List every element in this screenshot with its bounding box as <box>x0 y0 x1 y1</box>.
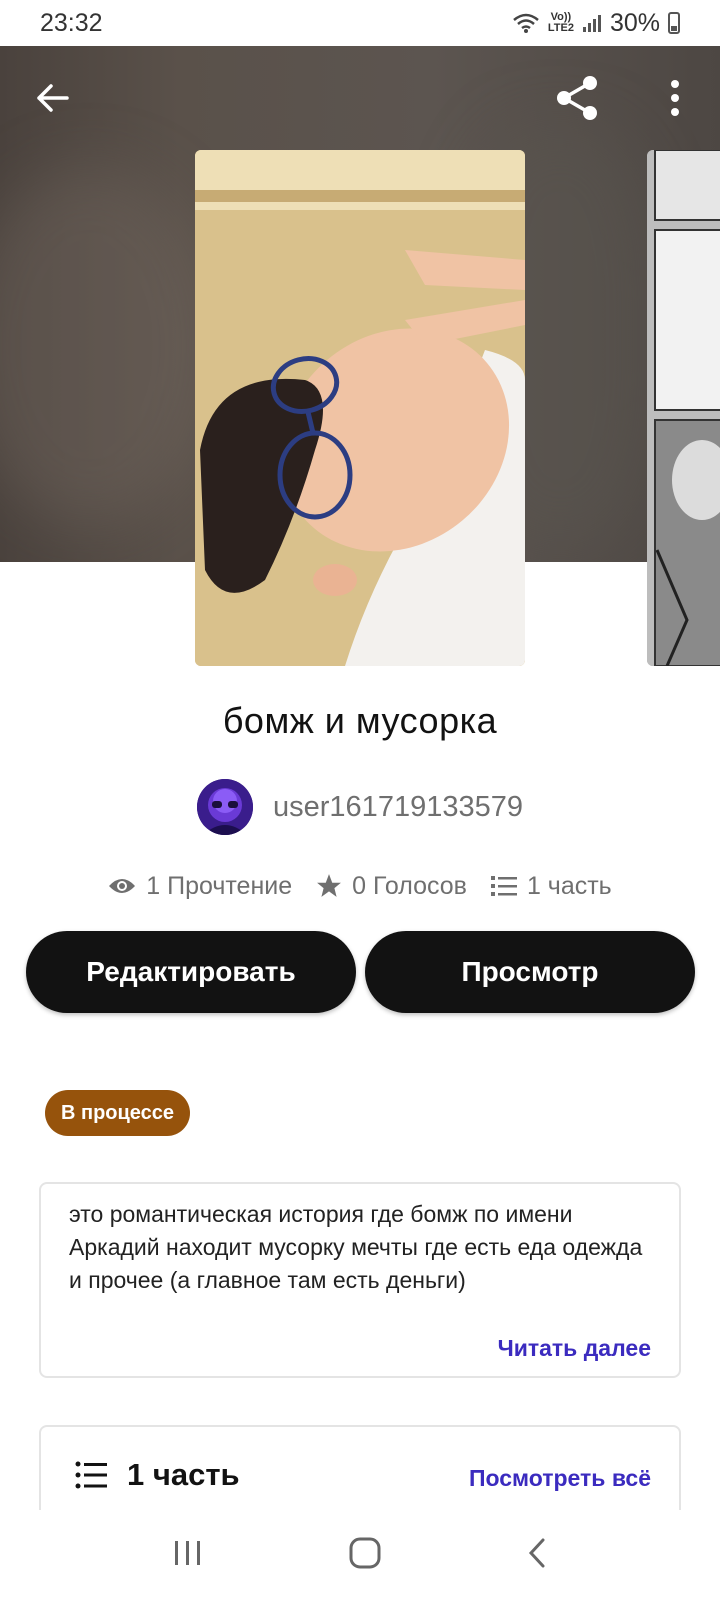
next-story-cover[interactable] <box>647 150 720 666</box>
more-vertical-icon <box>671 80 679 116</box>
parts-count-stat: 1 часть <box>526 871 612 900</box>
comic-cover-image <box>647 150 720 666</box>
nav-back-button[interactable] <box>527 1537 547 1574</box>
edit-button[interactable]: Редактировать <box>26 931 356 1013</box>
system-nav-bar <box>0 1510 720 1600</box>
parts-count: 1 часть <box>127 1457 240 1492</box>
votes-count: 0 Голосов <box>352 871 467 900</box>
wifi-icon <box>513 13 539 33</box>
description-card: это романтическая история где бомж по им… <box>39 1182 681 1378</box>
chevron-left-icon <box>528 1538 545 1567</box>
reads-count: 1 Прочтение <box>146 871 293 900</box>
arrow-left-icon <box>37 84 69 112</box>
author-row[interactable]: user161719133579 <box>0 778 720 836</box>
list-icon <box>490 876 517 896</box>
author-name[interactable]: user161719133579 <box>273 791 523 824</box>
see-all-link[interactable]: Посмотреть всё <box>469 1465 651 1492</box>
status-badge: В процессе <box>45 1090 191 1136</box>
home-button[interactable] <box>349 1537 381 1574</box>
network-label: Vo)) LTE2 <box>547 11 574 34</box>
star-icon <box>317 874 342 897</box>
parts-header: 1 часть <box>75 1457 240 1493</box>
reads-stat: 1 Прочтение <box>108 872 292 901</box>
battery-percent: 30% <box>609 8 660 37</box>
recent-apps-icon <box>175 1540 200 1565</box>
share-button[interactable] <box>546 68 610 128</box>
avatar-image <box>197 779 254 835</box>
back-button[interactable] <box>22 70 82 126</box>
battery-icon <box>668 12 680 34</box>
story-description: это романтическая история где бомж по им… <box>69 1201 643 1293</box>
parts-stat: 1 часть <box>490 871 612 901</box>
share-icon <box>557 76 597 120</box>
avatar[interactable] <box>197 779 254 835</box>
status-icons: Vo)) LTE2 30% <box>512 9 680 38</box>
story-title: бомж и мусорка <box>222 700 498 741</box>
status-bar: 23:32 Vo)) LTE2 30% <box>0 0 720 46</box>
signal-icon <box>582 15 601 32</box>
more-options-button[interactable] <box>645 68 705 128</box>
home-icon <box>349 1537 381 1568</box>
eye-icon <box>109 879 136 893</box>
recent-apps-button[interactable] <box>173 1539 203 1572</box>
list-icon <box>75 1461 107 1489</box>
read-more-link[interactable]: Читать далее <box>498 1335 651 1362</box>
story-cover[interactable] <box>195 150 525 666</box>
votes-stat: 0 Голосов <box>316 872 467 901</box>
story-stats: 1 Прочтение 0 Голосов 1 часть <box>0 866 720 906</box>
preview-button[interactable]: Просмотр <box>365 931 695 1013</box>
status-time: 23:32 <box>40 8 103 37</box>
cover-image <box>195 150 525 666</box>
